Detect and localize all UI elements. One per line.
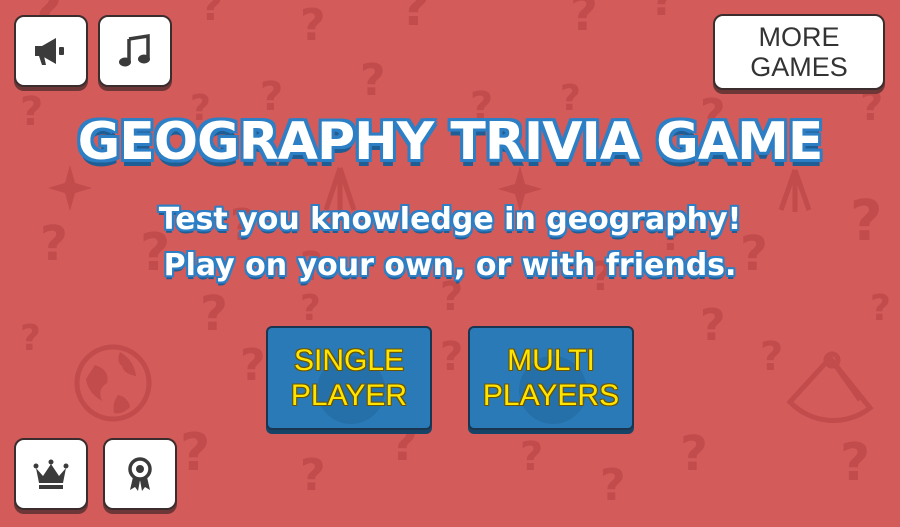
globe-decoration-icon: [74, 344, 152, 422]
leaderboard-button[interactable]: [14, 438, 88, 510]
single-player-line2: PLAYER: [290, 379, 408, 412]
achievements-button[interactable]: [103, 438, 177, 510]
question-mark-decoration: ?: [650, 0, 676, 26]
multi-players-line1: MULTI: [507, 344, 595, 377]
multi-players-line2: PLAYERS: [482, 379, 620, 412]
question-mark-decoration: ?: [600, 460, 626, 511]
more-games-line2: GAMES: [750, 52, 848, 82]
more-games-button[interactable]: MORE GAMES: [713, 14, 885, 90]
intro-line-2: Play on your own, or with friends.: [163, 248, 737, 283]
sound-toggle-button[interactable]: [14, 15, 88, 87]
ribbon-award-icon: [128, 457, 152, 491]
question-mark-decoration: ?: [300, 0, 326, 51]
music-note-icon: [119, 33, 150, 67]
question-mark-decoration: ?: [200, 286, 228, 342]
megaphone-icon: [35, 38, 64, 65]
question-mark-decoration: ?: [240, 340, 266, 391]
question-mark-decoration: ?: [680, 426, 708, 482]
question-mark-decoration: ?: [840, 433, 870, 493]
question-mark-decoration: ?: [870, 288, 891, 329]
question-mark-decoration: ?: [200, 0, 223, 30]
question-mark-decoration: ?: [360, 55, 386, 106]
question-mark-decoration: ?: [180, 423, 210, 483]
single-player-button[interactable]: SINGLE PLAYER: [266, 326, 432, 430]
multi-players-button[interactable]: MULTI PLAYERS: [468, 326, 634, 430]
question-mark-decoration: ?: [520, 434, 543, 480]
sextant-decoration-icon: [786, 351, 874, 423]
question-mark-decoration: ?: [570, 0, 598, 42]
question-mark-decoration: ?: [700, 300, 726, 351]
question-mark-decoration: ?: [440, 334, 463, 380]
more-games-line1: MORE: [758, 22, 840, 52]
game-title: GEOGRAPHY TRIVIA GAME: [77, 112, 824, 172]
question-mark-decoration: ?: [760, 334, 783, 380]
single-player-line1: SINGLE: [293, 344, 405, 377]
music-toggle-button[interactable]: [98, 15, 172, 87]
question-mark-decoration: ?: [300, 288, 321, 329]
question-mark-decoration: ?: [400, 0, 430, 38]
question-mark-decoration: ?: [300, 450, 326, 501]
question-mark-decoration: ?: [20, 318, 41, 359]
intro-line-1: Test you knowledge in geography!: [158, 202, 742, 237]
crown-icon: [33, 459, 69, 489]
